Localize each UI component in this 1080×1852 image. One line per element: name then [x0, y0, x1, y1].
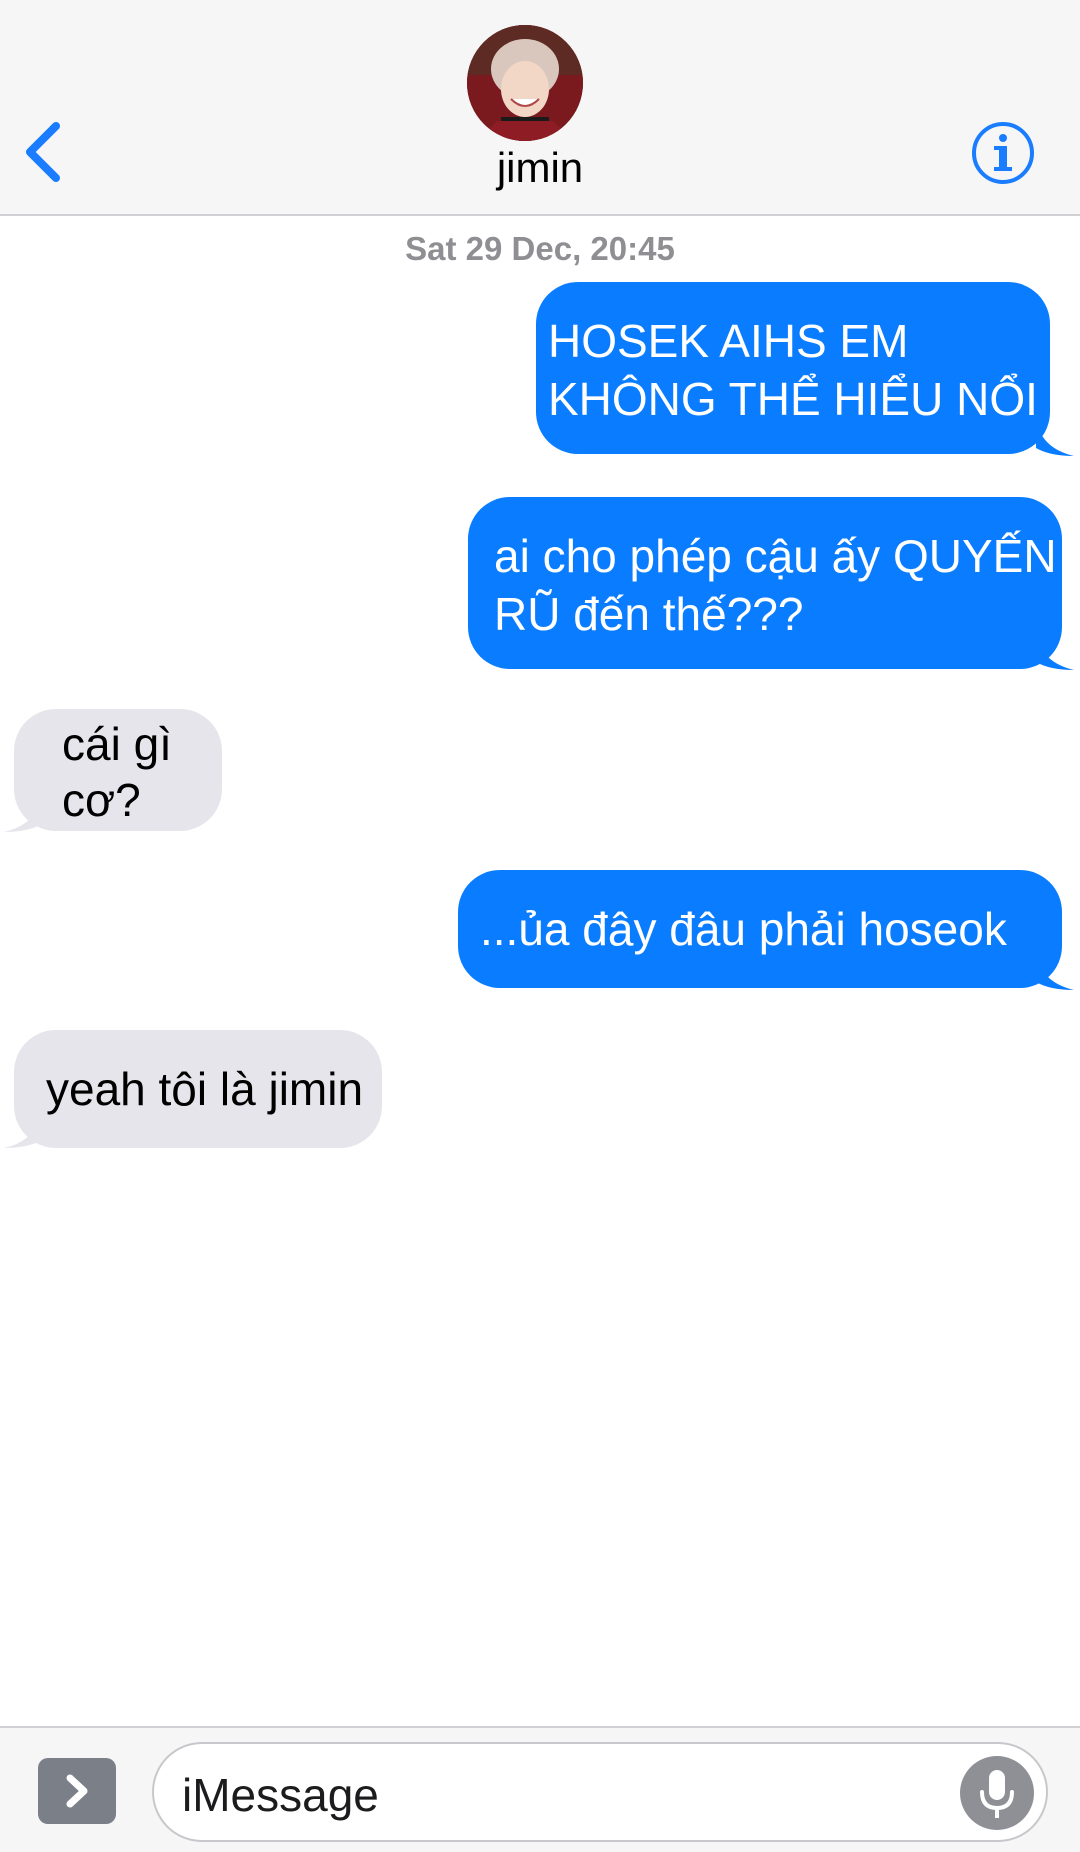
microphone-icon — [980, 1770, 1014, 1818]
message-text-line: RŨ đến thế??? — [494, 588, 804, 640]
conversation-timestamp: Sat 29 Dec, 20:45 — [405, 230, 675, 267]
bubble-tail — [1036, 632, 1074, 670]
dictation-button[interactable] — [960, 1756, 1034, 1830]
message-text-line: cơ? — [62, 774, 141, 826]
chevron-right-icon — [66, 1774, 88, 1808]
contact-avatar[interactable] — [467, 25, 583, 141]
outgoing-message-bubble[interactable]: HOSEK AIHS EM KHÔNG THỂ HIỂU NỔI — [536, 282, 1050, 454]
avatar-photo — [467, 25, 583, 141]
message-text-line: ai cho phép cậu ấy QUYẾN — [494, 530, 1057, 582]
incoming-message-bubble[interactable]: cái gì cơ? — [14, 709, 222, 831]
message-text-line: ...ủa đây đâu phải hoseok — [480, 903, 1007, 955]
info-icon — [972, 122, 1034, 184]
message-input-placeholder: iMessage — [182, 1769, 379, 1821]
message-text-line: cái gì — [62, 718, 172, 770]
message-text-line: KHÔNG THỂ HIỂU NỔI — [548, 373, 1038, 425]
message-composer: iMessage — [0, 1726, 1080, 1852]
conversation-header: jimin — [0, 0, 1080, 216]
bubble-tail — [1036, 418, 1074, 456]
message-text-line: yeah tôi là jimin — [46, 1063, 364, 1115]
info-button[interactable] — [970, 120, 1036, 186]
contact-name[interactable]: jimin — [0, 144, 1080, 192]
bubble-tail — [4, 1110, 42, 1148]
bubble-tail — [1036, 952, 1074, 990]
apps-button[interactable] — [38, 1758, 116, 1824]
incoming-message-bubble[interactable]: yeah tôi là jimin — [14, 1030, 382, 1148]
bubble-tail — [4, 794, 42, 832]
outgoing-message-bubble[interactable]: ...ủa đây đâu phải hoseok — [458, 870, 1062, 988]
message-input[interactable]: iMessage — [152, 1742, 1048, 1842]
message-text-line: HOSEK AIHS EM — [548, 315, 909, 367]
outgoing-message-bubble[interactable]: ai cho phép cậu ấy QUYẾN RŨ đến thế??? — [468, 497, 1062, 669]
